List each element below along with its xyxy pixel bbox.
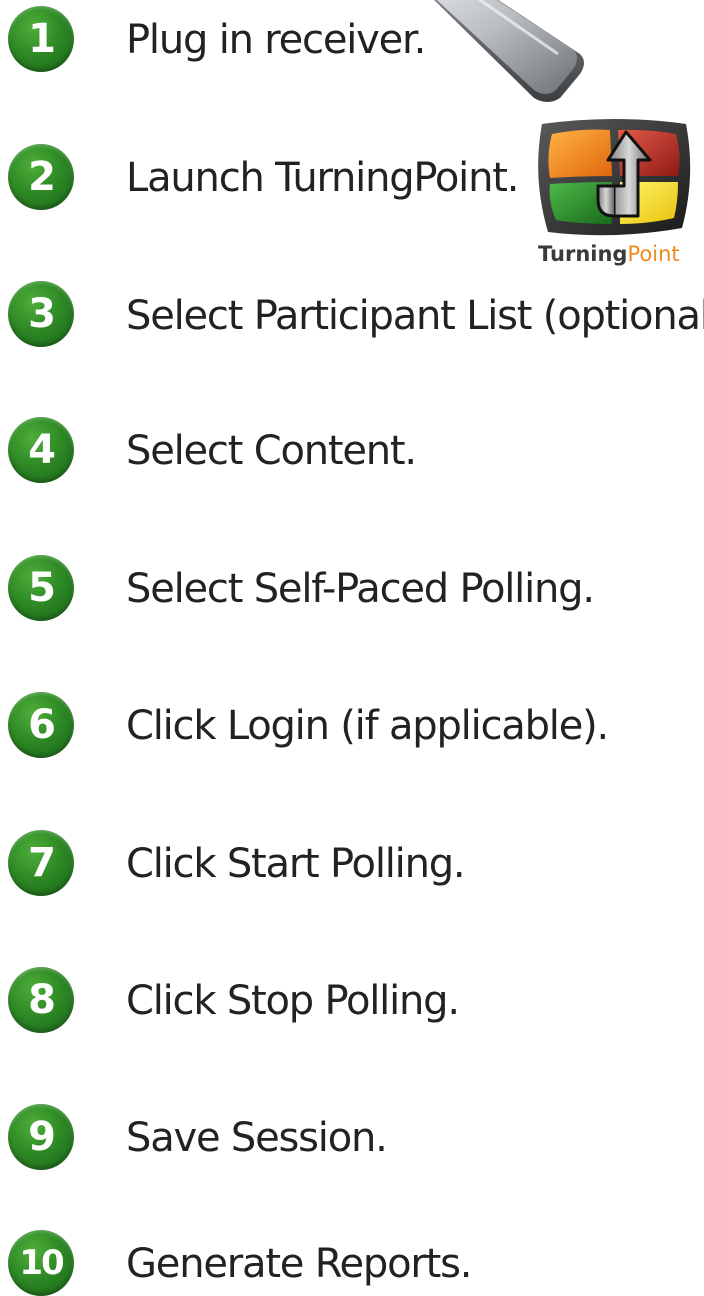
step-text: Click Stop Polling.: [126, 978, 460, 1024]
step-number-badge: 8: [8, 967, 74, 1033]
step-item: 6 Click Login (if applicable).: [0, 686, 704, 766]
step-text: Select Self-Paced Polling.: [126, 566, 595, 612]
step-number: 3: [28, 291, 56, 337]
step-number-badge: 1: [8, 6, 74, 72]
step-number-badge: 2: [8, 144, 74, 210]
step-text: Click Login (if applicable).: [126, 703, 609, 749]
step-item: 7 Click Start Polling.: [0, 823, 704, 903]
step-number-badge: 4: [8, 417, 74, 483]
wordmark-point: Point: [627, 242, 680, 266]
step-item: 10 Generate Reports.: [0, 1212, 704, 1296]
step-number: 4: [28, 427, 56, 473]
step-item: 3 Select Participant List (optional).: [0, 274, 704, 354]
usb-receiver-icon: [434, 0, 584, 102]
step-number: 6: [28, 702, 56, 748]
step-item: 9 Save Session.: [0, 1097, 704, 1177]
turningpoint-wordmark: TurningPoint: [538, 244, 680, 265]
step-number-badge: 9: [8, 1104, 74, 1170]
step-text: Save Session.: [126, 1115, 388, 1161]
step-text: Click Start Polling.: [126, 841, 466, 887]
step-item: 8 Click Stop Polling.: [0, 960, 704, 1040]
step-number: 9: [28, 1114, 56, 1160]
step-number: 10: [19, 1243, 64, 1283]
step-item: 4 Select Content.: [0, 411, 704, 491]
step-number: 8: [28, 977, 56, 1023]
step-text: Select Participant List (optional).: [126, 293, 704, 339]
step-text: Select Content.: [126, 428, 417, 474]
step-number: 2: [28, 154, 56, 200]
step-number-badge: 6: [8, 692, 74, 758]
step-text: Generate Reports.: [126, 1241, 472, 1287]
step-number-badge: 5: [8, 555, 74, 621]
step-number: 5: [28, 565, 56, 611]
step-number: 7: [28, 840, 56, 886]
wordmark-turning: Turning: [538, 242, 628, 266]
step-number-badge: 7: [8, 830, 74, 896]
step-item: 5 Select Self-Paced Polling.: [0, 549, 704, 629]
step-number-badge: 10: [8, 1230, 74, 1296]
step-number: 1: [28, 16, 56, 62]
step-text: Launch TurningPoint.: [126, 155, 519, 201]
step-text: Plug in receiver.: [126, 17, 426, 63]
step-number-badge: 3: [8, 281, 74, 347]
